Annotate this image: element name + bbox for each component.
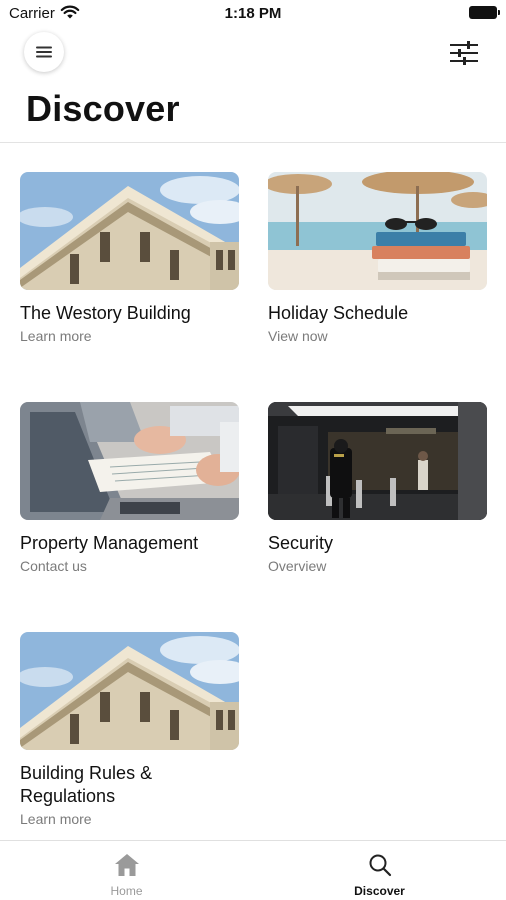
- building-facade-image: [20, 172, 239, 290]
- tab-discover[interactable]: Discover: [253, 841, 506, 900]
- tab-bar: Home Discover: [0, 840, 506, 900]
- status-time: 1:18 PM: [224, 5, 282, 22]
- sliders-icon: [450, 41, 478, 65]
- search-icon: [369, 854, 391, 877]
- status-bar: Carrier 1:18 PM: [0, 0, 506, 28]
- card-subtitle[interactable]: Learn more: [20, 811, 239, 827]
- card-title: The Westory Building: [20, 303, 191, 323]
- card-holiday-schedule[interactable]: Holiday Schedule View now: [268, 172, 487, 344]
- tab-label: Home: [110, 884, 143, 898]
- card-subtitle[interactable]: View now: [268, 328, 487, 344]
- card-image: [268, 172, 487, 290]
- battery-icon: [469, 6, 500, 19]
- card-image: [20, 402, 239, 520]
- laptop-documents-image: [20, 402, 239, 520]
- card-westory-building[interactable]: The Westory Building Learn more: [20, 172, 239, 344]
- card-title: Property Management: [20, 533, 199, 553]
- menu-button[interactable]: [24, 32, 64, 72]
- beach-books-image: [268, 172, 487, 290]
- card-property-management[interactable]: Property Management Contact us: [20, 402, 239, 574]
- card-subtitle[interactable]: Overview: [268, 558, 487, 574]
- card-image: [20, 632, 239, 750]
- card-title: Security: [268, 533, 334, 553]
- page-title: Discover: [26, 88, 180, 129]
- card-subtitle[interactable]: Learn more: [20, 328, 239, 344]
- header-divider: [0, 142, 506, 143]
- card-title: Building Rules & Regulations: [20, 763, 153, 806]
- lobby-guard-image: [268, 402, 487, 520]
- home-icon: [114, 854, 139, 876]
- card-building-rules[interactable]: Building Rules & Regulations Learn more: [20, 632, 239, 827]
- tab-home[interactable]: Home: [0, 841, 253, 900]
- card-title: Holiday Schedule: [268, 303, 409, 323]
- tab-label: Discover: [354, 884, 405, 898]
- card-image: [268, 402, 487, 520]
- card-image: [20, 172, 239, 290]
- card-security[interactable]: Security Overview: [268, 402, 487, 574]
- building-facade-image: [20, 632, 239, 750]
- card-subtitle[interactable]: Contact us: [20, 558, 239, 574]
- hamburger-icon: [36, 46, 52, 58]
- filter-button[interactable]: [448, 38, 480, 68]
